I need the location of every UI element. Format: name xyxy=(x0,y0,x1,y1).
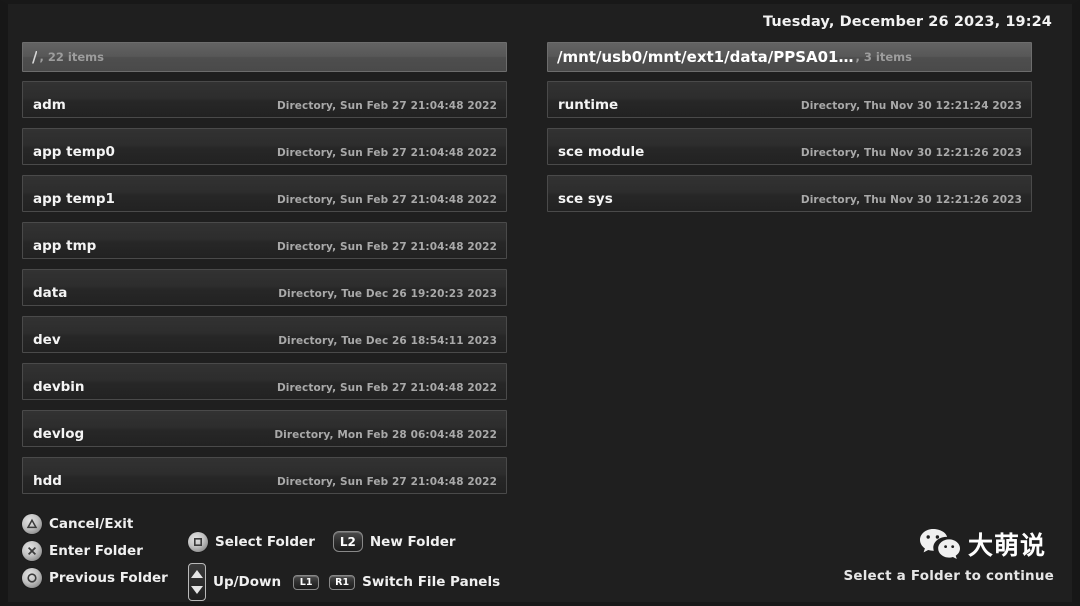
control-cancel-exit[interactable]: Cancel/Exit xyxy=(22,510,168,537)
file-name: runtime xyxy=(558,97,618,113)
control-enter-folder[interactable]: Enter Folder xyxy=(22,537,168,564)
file-meta: Directory, Sun Feb 27 21:04:48 2022 xyxy=(277,100,497,112)
file-meta: Directory, Tue Dec 26 18:54:11 2023 xyxy=(278,335,497,347)
file-meta: Directory, Sun Feb 27 21:04:48 2022 xyxy=(277,382,497,394)
dpad-up-down-icon[interactable] xyxy=(188,563,206,601)
control-label: Up/Down xyxy=(213,574,281,590)
panel-path-left: / xyxy=(32,48,37,66)
controls-column-primary: Cancel/Exit Enter Folder Previous Folder xyxy=(22,510,168,591)
file-name: app temp0 xyxy=(33,144,115,160)
status-message: Select a Folder to continue xyxy=(843,568,1054,584)
table-row[interactable]: sce module Directory, Thu Nov 30 12:21:2… xyxy=(547,128,1032,165)
table-row[interactable]: devlog Directory, Mon Feb 28 06:04:48 20… xyxy=(22,410,507,447)
control-label: Previous Folder xyxy=(49,570,168,586)
table-row[interactable]: app tmp Directory, Sun Feb 27 21:04:48 2… xyxy=(22,222,507,259)
watermark: 大萌说 xyxy=(918,526,1046,564)
file-meta: Directory, Sun Feb 27 21:04:48 2022 xyxy=(277,147,497,159)
controls-legend: Cancel/Exit Enter Folder Previous Folder xyxy=(22,510,662,588)
l2-button-icon[interactable]: L2 xyxy=(333,531,363,552)
file-name: data xyxy=(33,285,67,301)
table-row[interactable]: devbin Directory, Sun Feb 27 21:04:48 20… xyxy=(22,363,507,400)
control-row-updown-switch: Up/Down L1 R1 Switch File Panels xyxy=(188,563,500,601)
control-row-select-new: Select Folder L2 New Folder xyxy=(188,528,500,555)
file-name: sce sys xyxy=(558,191,613,207)
file-name: app tmp xyxy=(33,238,96,254)
status-area: 大萌说 Select a Folder to continue xyxy=(814,518,1054,590)
watermark-text: 大萌说 xyxy=(968,533,1046,558)
file-name: devbin xyxy=(33,379,85,395)
table-row[interactable]: hdd Directory, Sun Feb 27 21:04:48 2022 xyxy=(22,457,507,494)
file-name: sce module xyxy=(558,144,644,160)
file-meta: Directory, Mon Feb 28 06:04:48 2022 xyxy=(274,429,497,441)
file-meta: Directory, Thu Nov 30 12:21:24 2023 xyxy=(801,100,1022,112)
control-label: Cancel/Exit xyxy=(49,516,133,532)
file-name: app temp1 xyxy=(33,191,115,207)
file-meta: Directory, Sun Feb 27 21:04:48 2022 xyxy=(277,194,497,206)
control-previous-folder[interactable]: Previous Folder xyxy=(22,564,168,591)
panel-item-count-right: , 3 items xyxy=(856,50,912,64)
file-browser-screen: Tuesday, December 26 2023, 19:24 / , 22 … xyxy=(0,0,1080,606)
file-list-left[interactable]: adm Directory, Sun Feb 27 21:04:48 2022 … xyxy=(22,81,507,494)
file-name: hdd xyxy=(33,473,62,489)
control-label: New Folder xyxy=(370,534,456,550)
file-name: adm xyxy=(33,97,66,113)
file-panel-right[interactable]: /mnt/usb0/mnt/ext1/data/PPSA01… , 3 item… xyxy=(547,42,1032,504)
controls-column-secondary: Select Folder L2 New Folder Up/Down L1 R… xyxy=(188,528,500,601)
square-button-icon xyxy=(188,532,208,552)
circle-button-icon xyxy=(22,568,42,588)
file-meta: Directory, Sun Feb 27 21:04:48 2022 xyxy=(277,476,497,488)
table-row[interactable]: dev Directory, Tue Dec 26 18:54:11 2023 xyxy=(22,316,507,353)
table-row[interactable]: app temp1 Directory, Sun Feb 27 21:04:48… xyxy=(22,175,507,212)
control-label: Enter Folder xyxy=(49,543,143,559)
file-meta: Directory, Thu Nov 30 12:21:26 2023 xyxy=(801,194,1022,206)
triangle-button-icon xyxy=(22,514,42,534)
panel-path-right: /mnt/usb0/mnt/ext1/data/PPSA01… xyxy=(557,48,854,66)
table-row[interactable]: data Directory, Tue Dec 26 19:20:23 2023 xyxy=(22,269,507,306)
table-row[interactable]: runtime Directory, Thu Nov 30 12:21:24 2… xyxy=(547,81,1032,118)
table-row[interactable]: adm Directory, Sun Feb 27 21:04:48 2022 xyxy=(22,81,507,118)
file-meta: Directory, Tue Dec 26 19:20:23 2023 xyxy=(278,288,497,300)
file-panel-left[interactable]: / , 22 items adm Directory, Sun Feb 27 2… xyxy=(22,42,507,504)
r1-button-icon[interactable]: R1 xyxy=(329,575,355,590)
control-label: Select Folder xyxy=(215,534,315,550)
table-row[interactable]: sce sys Directory, Thu Nov 30 12:21:26 2… xyxy=(547,175,1032,212)
panel-item-count-left: , 22 items xyxy=(39,50,103,64)
panel-header-right[interactable]: /mnt/usb0/mnt/ext1/data/PPSA01… , 3 item… xyxy=(547,42,1032,72)
file-list-right[interactable]: runtime Directory, Thu Nov 30 12:21:24 2… xyxy=(547,81,1032,212)
file-meta: Directory, Sun Feb 27 21:04:48 2022 xyxy=(277,241,497,253)
clock: Tuesday, December 26 2023, 19:24 xyxy=(763,14,1052,30)
table-row[interactable]: app temp0 Directory, Sun Feb 27 21:04:48… xyxy=(22,128,507,165)
cross-button-icon xyxy=(22,541,42,561)
wechat-logo-icon xyxy=(918,526,962,564)
file-name: dev xyxy=(33,332,61,348)
panel-header-left[interactable]: / , 22 items xyxy=(22,42,507,72)
file-meta: Directory, Thu Nov 30 12:21:26 2023 xyxy=(801,147,1022,159)
control-label: Switch File Panels xyxy=(362,574,500,590)
file-name: devlog xyxy=(33,426,84,442)
l1-button-icon[interactable]: L1 xyxy=(293,575,319,590)
